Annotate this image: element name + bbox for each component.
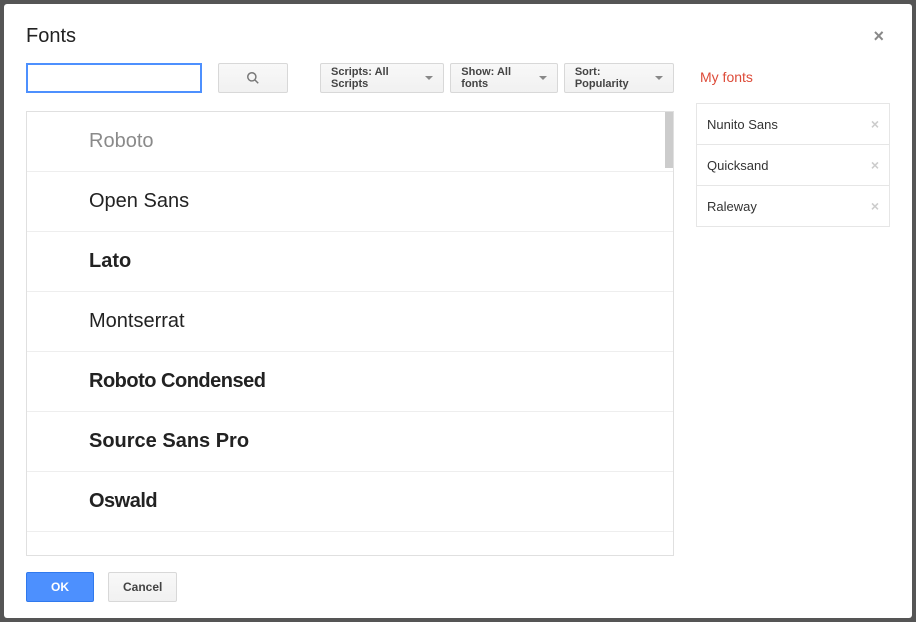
scripts-dropdown[interactable]: Scripts: All Scripts — [320, 63, 444, 93]
font-name: Roboto — [89, 130, 154, 153]
scrollbar-thumb[interactable] — [665, 112, 673, 168]
close-button[interactable]: × — [867, 24, 890, 49]
search-icon — [246, 71, 260, 85]
my-fonts-panel: My fonts Nunito Sans × Quicksand × Ralew… — [696, 63, 890, 556]
font-name: Oswald — [89, 490, 157, 513]
font-item[interactable]: Roboto Condensed — [27, 352, 673, 412]
main-panel: Scripts: All Scripts Show: All fonts Sor… — [26, 63, 674, 556]
remove-font-icon[interactable]: × — [871, 198, 879, 214]
my-font-name: Raleway — [707, 199, 757, 214]
font-item[interactable]: Montserrat — [27, 292, 673, 352]
font-item[interactable]: Open Sans — [27, 172, 673, 232]
show-label: Show: All fonts — [461, 66, 533, 90]
scripts-label: Scripts: All Scripts — [331, 66, 419, 90]
font-name: Lato — [89, 250, 131, 273]
font-name: Open Sans — [89, 190, 189, 213]
dialog-body: Scripts: All Scripts Show: All fonts Sor… — [4, 63, 912, 556]
font-item[interactable]: Source Sans Pro — [27, 412, 673, 472]
cancel-button[interactable]: Cancel — [108, 572, 177, 602]
toolbar: Scripts: All Scripts Show: All fonts Sor… — [26, 63, 674, 111]
my-fonts-list: Nunito Sans × Quicksand × Raleway × — [696, 103, 890, 227]
font-name: Source Sans Pro — [89, 430, 249, 453]
fonts-dialog: Fonts × Scripts: All Scripts — [4, 4, 912, 618]
caret-down-icon — [425, 76, 433, 80]
font-name: Roboto Condensed — [89, 370, 265, 393]
caret-down-icon — [539, 76, 547, 80]
caret-down-icon — [655, 76, 663, 80]
my-font-name: Quicksand — [707, 158, 768, 173]
show-dropdown[interactable]: Show: All fonts — [450, 63, 558, 93]
filter-group: Scripts: All Scripts Show: All fonts Sor… — [320, 63, 674, 93]
search-input[interactable] — [26, 63, 202, 93]
sort-label: Sort: Popularity — [575, 66, 649, 90]
my-font-name: Nunito Sans — [707, 117, 778, 132]
sort-dropdown[interactable]: Sort: Popularity — [564, 63, 674, 93]
ok-button[interactable]: OK — [26, 572, 94, 602]
font-item[interactable]: Roboto — [27, 112, 673, 172]
dialog-header: Fonts × — [4, 4, 912, 63]
my-fonts-title: My fonts — [696, 63, 890, 103]
my-font-item[interactable]: Quicksand × — [697, 145, 889, 186]
font-item[interactable]: Lato — [27, 232, 673, 292]
dialog-footer: OK Cancel — [4, 556, 912, 618]
font-item[interactable]: Oswald — [27, 472, 673, 532]
dialog-title: Fonts — [26, 25, 76, 48]
my-font-item[interactable]: Raleway × — [697, 186, 889, 227]
font-name: Montserrat — [89, 310, 185, 333]
remove-font-icon[interactable]: × — [871, 116, 879, 132]
remove-font-icon[interactable]: × — [871, 157, 879, 173]
font-list[interactable]: Roboto Open Sans Lato Montserrat Roboto … — [26, 111, 674, 556]
my-font-item[interactable]: Nunito Sans × — [697, 104, 889, 145]
search-button[interactable] — [218, 63, 288, 93]
